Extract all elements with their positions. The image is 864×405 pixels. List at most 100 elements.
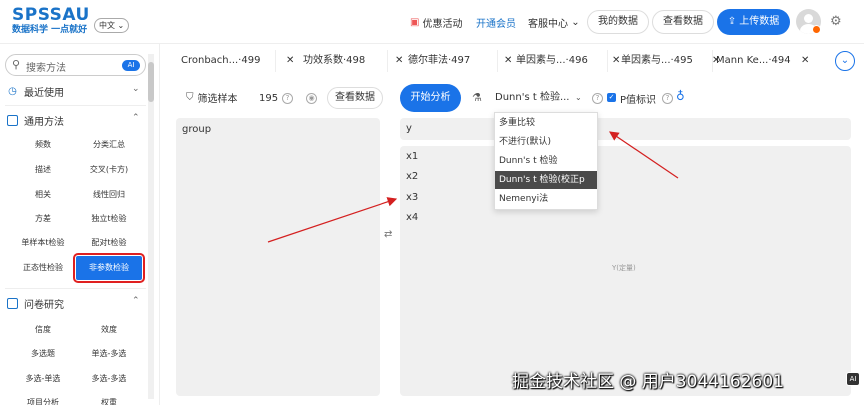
method-paired-t[interactable]: 配对t检验 [78, 233, 140, 253]
nav-vip-link[interactable]: 开通会员 [476, 0, 516, 44]
p-value-checkbox[interactable]: ✓ [607, 93, 616, 102]
method-describe[interactable]: 描述 [12, 160, 74, 180]
tab-item[interactable]: 功效系数·498 ✕ [288, 50, 403, 72]
chevron-down-icon: ⌄ [571, 16, 580, 28]
ai-badge[interactable]: AI [122, 60, 140, 71]
method-multi-multi[interactable]: 多选-多选 [78, 369, 140, 389]
variable-item[interactable]: x2 [406, 171, 418, 182]
method-single-multi[interactable]: 单选-多选 [78, 344, 140, 364]
y-variable-label: y [406, 123, 412, 134]
section-survey-label: 问卷研究 [24, 299, 64, 311]
method-normality-test[interactable]: 正态性检验 [12, 258, 74, 278]
method-crosstab[interactable]: 交叉(卡方) [78, 160, 140, 180]
variable-item[interactable]: x3 [406, 192, 418, 203]
language-switch[interactable]: 中文 ⌄ [94, 18, 130, 33]
tab-item[interactable]: 德尔菲法·497 ✕ [398, 50, 512, 72]
start-analysis-button[interactable]: 开始分析 [400, 84, 461, 112]
method-group-summary[interactable]: 分类汇总 [78, 135, 140, 155]
tab-label: 单因素与...·496 [516, 55, 588, 66]
tab-item[interactable]: 单因素与...·495 ✕ [611, 50, 720, 72]
filter-sample-button[interactable]: ⛉ 筛选样本 [186, 90, 238, 105]
scrollbar-thumb[interactable] [148, 62, 154, 102]
sample-count: 195 [259, 93, 279, 104]
help-icon[interactable]: ? [662, 93, 673, 104]
divider [5, 105, 146, 106]
divider [5, 288, 146, 289]
swap-icon[interactable]: ⇄ [384, 229, 392, 240]
upload-data-button[interactable]: ⇪ 上传数据 [717, 9, 790, 35]
dropdown-option[interactable]: 多重比较 [495, 114, 597, 132]
search-icon: ⚲ [12, 58, 21, 71]
header-view-data-button[interactable]: 查看数据 [652, 10, 714, 34]
chevron-down-icon[interactable]: ⌄ [835, 51, 855, 71]
analysis-tabs-bar: Cronbach...·499 ✕ 功效系数·498 ✕ 德尔菲法·497 ✕ 单因素… [161, 44, 864, 78]
section-survey[interactable]: 问卷研究 ⌃ [7, 294, 140, 312]
chevron-down-icon: ⌄ [575, 93, 582, 102]
x-variable-panel[interactable]: x1 x2 x3 x4 Y(定量) [400, 146, 851, 396]
logo[interactable]: SPSSAU 数据科学 一点就好 [12, 6, 90, 36]
tab-item[interactable]: Cronbach...·499 ✕ [171, 50, 294, 72]
dropdown-option[interactable]: Nemenyi法 [495, 190, 597, 208]
gift-icon: ▣ [410, 16, 420, 28]
filter-label: 筛选样本 [197, 94, 238, 105]
gear-icon[interactable]: ⚙ [830, 14, 842, 29]
chevron-up-icon: ⌃ [132, 296, 140, 306]
help-icon[interactable]: ? [592, 93, 603, 104]
lightbulb-icon[interactable]: ♁ [676, 89, 685, 103]
tab-item[interactable]: Mann Ke...·494 ✕ [706, 50, 809, 72]
language-label: 中文 [99, 21, 115, 30]
sidebar-scrollbar[interactable] [148, 54, 154, 399]
nav-promo-link[interactable]: ▣ 优惠活动 [410, 0, 462, 44]
settings-dot-icon[interactable]: ◉ [306, 93, 317, 104]
upload-icon: ⇪ [727, 16, 737, 27]
dropdown-option[interactable]: Dunn's t 检验 [495, 152, 597, 170]
drop-hint: Y(定量) [612, 264, 636, 272]
close-icon[interactable]: ✕ [801, 50, 809, 72]
tab-label: Mann Ke...·494 [716, 55, 791, 66]
method-select[interactable]: Dunn's t 检验... ⌄ [495, 89, 589, 107]
method-weight[interactable]: 权重 [78, 393, 140, 405]
method-reliability[interactable]: 信度 [12, 320, 74, 340]
tab-label: Cronbach...·499 [181, 55, 261, 66]
watermark-text: 掘金技术社区 @ 用户3044162601 [512, 372, 784, 392]
my-data-button[interactable]: 我的数据 [587, 10, 649, 34]
section-recent-label: 最近使用 [24, 87, 64, 99]
method-independent-t[interactable]: 独立t检验 [78, 209, 140, 229]
method-multi-single[interactable]: 多选-单选 [12, 369, 74, 389]
section-common[interactable]: 通用方法 ⌃ [7, 111, 140, 129]
variable-item[interactable]: x4 [406, 212, 418, 223]
tab-label: 单因素与...·495 [621, 55, 693, 66]
nav-service-label: 客服中心 [528, 18, 568, 30]
dropdown-option[interactable]: 不进行(默认) [495, 133, 597, 151]
dropdown-option-selected[interactable]: Dunn's t 检验(校正p值) [495, 171, 597, 203]
section-common-label: 通用方法 [24, 116, 64, 128]
app-window: SPSSAU 数据科学 一点就好 中文 ⌄ ▣ 优惠活动 开通会员 客服中心 ⌄ … [0, 0, 864, 405]
group-variable-panel[interactable]: group [176, 118, 380, 396]
tab-label: 功效系数·498 [303, 55, 366, 66]
logo-tagline: 数据科学 一点就好 [12, 25, 88, 35]
method-linear-regression[interactable]: 线性回归 [78, 185, 140, 205]
method-validity[interactable]: 效度 [78, 320, 140, 340]
method-one-sample-t[interactable]: 单样本t检验 [12, 233, 74, 253]
chevron-down-icon: ⌄ [117, 21, 125, 30]
method-nonparametric-test[interactable]: 非参数检验 [73, 253, 145, 283]
section-recent[interactable]: ◷ 最近使用 ⌄ [7, 82, 139, 100]
y-variable-panel[interactable]: y [400, 118, 851, 140]
method-multi-choice[interactable]: 多选题 [12, 344, 74, 364]
method-item-analysis[interactable]: 项目分析 [12, 393, 74, 405]
help-icon[interactable]: ? [282, 93, 293, 104]
search-placeholder: 搜索方法 [26, 63, 66, 74]
search-input[interactable]: ⚲ 搜索方法 AI [5, 54, 146, 76]
method-frequency[interactable]: 频数 [12, 135, 74, 155]
tab-item[interactable]: 单因素与...·496 ✕ [506, 50, 620, 72]
method-correlation[interactable]: 相关 [12, 185, 74, 205]
method-anova[interactable]: 方差 [12, 209, 74, 229]
flask-icon: ⚗ [472, 91, 482, 104]
nav-service-menu[interactable]: 客服中心 ⌄ [528, 0, 580, 44]
nav-promo-label: 优惠活动 [422, 18, 463, 30]
view-data-button[interactable]: 查看数据 [327, 87, 383, 109]
sidebar: ⚲ 搜索方法 AI ◷ 最近使用 ⌄ 通用方法 ⌃ 频数 分类汇总 描述 交叉(… [0, 44, 160, 405]
variable-item[interactable]: x1 [406, 151, 418, 162]
watermark-ai-badge: AI [846, 372, 860, 386]
method-select-value: Dunn's t 检验... [495, 92, 570, 103]
